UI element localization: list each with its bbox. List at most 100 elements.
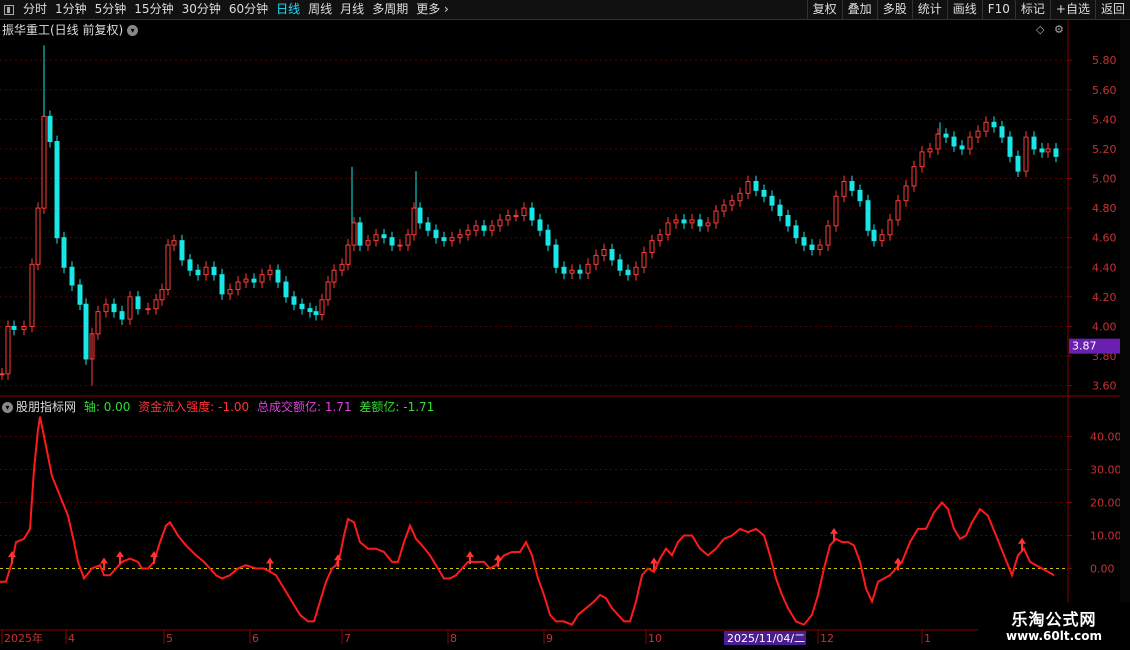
- date-tick-label: 8: [450, 632, 457, 645]
- candle-body: [179, 240, 185, 261]
- candle-body: [553, 244, 559, 268]
- candle-body: [911, 166, 917, 187]
- candle-body: [111, 303, 117, 313]
- candle-body: [761, 189, 767, 197]
- candle-body: [389, 237, 395, 246]
- indicator-tick-label: 0.00: [1090, 563, 1115, 576]
- candle-body: [299, 303, 305, 310]
- candle-body: [425, 222, 431, 231]
- date-tick-label: 1: [924, 632, 931, 645]
- candle-body: [657, 234, 663, 242]
- candle-body: [1045, 148, 1051, 153]
- candle-body: [481, 225, 487, 231]
- candle-body: [903, 185, 909, 202]
- candle-body: [561, 266, 567, 274]
- price-tick-label: 5.80: [1092, 54, 1117, 67]
- candle-body: [283, 281, 289, 298]
- candle-body: [737, 192, 743, 202]
- candle-body: [1015, 155, 1021, 172]
- candle-body: [593, 254, 599, 265]
- price-tick-label: 5.60: [1092, 84, 1117, 97]
- candle-body: [77, 284, 83, 305]
- price-tick-label: 5.40: [1092, 113, 1117, 126]
- candle-body: [219, 274, 225, 295]
- indicator-name[interactable]: 股朋指标网: [16, 400, 76, 414]
- candle-body: [975, 130, 981, 138]
- candle-body: [381, 234, 387, 239]
- candle-body: [745, 180, 751, 194]
- date-tick-label: 6: [252, 632, 259, 645]
- indicator-tick-label: 30.00: [1090, 463, 1122, 476]
- indicator-tick-label: 10.00: [1090, 530, 1122, 543]
- candle-body: [165, 244, 171, 290]
- candle-body: [267, 269, 273, 276]
- candle-body: [397, 244, 403, 247]
- legend-total-volume: 总成交额亿: 1.71: [257, 400, 352, 414]
- candle-body: [235, 281, 241, 290]
- candle-body: [857, 189, 863, 202]
- date-tick-label: 12: [820, 632, 834, 645]
- indicator-menu-icon[interactable]: ▾: [2, 402, 13, 413]
- kline-chart[interactable]: 3.603.804.004.204.404.604.805.005.205.40…: [0, 0, 1130, 650]
- watermark-title: 乐淘公式网: [1011, 610, 1097, 629]
- candle-body: [211, 266, 217, 276]
- indicator-tick-label: 20.00: [1090, 496, 1122, 509]
- candle-body: [833, 195, 839, 227]
- candle-body: [449, 237, 455, 242]
- candle-body: [537, 219, 543, 231]
- price-tick-label: 3.60: [1092, 380, 1117, 393]
- candle-body: [649, 240, 655, 253]
- candle-body: [103, 303, 109, 313]
- candle-body: [865, 200, 871, 231]
- candle-body: [473, 225, 479, 231]
- candle-body: [609, 249, 615, 261]
- candle-body: [145, 308, 151, 311]
- candle-body: [331, 269, 337, 283]
- candle-body: [697, 219, 703, 227]
- candle-body: [441, 237, 447, 242]
- candle-body: [187, 259, 193, 271]
- candle-body: [935, 133, 941, 150]
- candle-body: [967, 136, 973, 150]
- candle-body: [351, 222, 357, 246]
- candle-body: [195, 269, 201, 276]
- candle-body: [417, 207, 423, 224]
- candle-body: [127, 296, 133, 320]
- candle-body: [497, 219, 503, 227]
- candle-body: [689, 219, 695, 224]
- indicator-tick-label: 40.00: [1090, 430, 1122, 443]
- candle-body: [1053, 148, 1059, 157]
- candle-body: [135, 296, 141, 310]
- candle-body: [411, 207, 417, 236]
- candle-body: [41, 115, 47, 209]
- candle-body: [871, 229, 877, 242]
- candle-body: [0, 373, 5, 376]
- candle-body: [569, 269, 575, 274]
- candle-body: [841, 180, 847, 197]
- candle-body: [69, 266, 75, 286]
- candle-body: [357, 222, 363, 246]
- price-tick-label: 4.80: [1092, 202, 1117, 215]
- candle-body: [307, 308, 313, 313]
- candle-body: [54, 141, 60, 239]
- candle-body: [119, 311, 125, 320]
- indicator-legend: ▾ 股朋指标网 轴: 0.00 资金流入强度: -1.00 总成交额亿: 1.71…: [2, 398, 438, 415]
- candle-body: [999, 126, 1005, 138]
- chevron-down-icon[interactable]: ▾: [127, 25, 139, 36]
- candle-body: [601, 249, 607, 256]
- candle-body: [83, 303, 89, 360]
- candle-body: [275, 269, 281, 283]
- candle-body: [159, 288, 165, 301]
- price-tick-label: 5.20: [1092, 143, 1117, 156]
- last-price-tag-label: 3.87: [1072, 340, 1097, 353]
- candle-body: [373, 234, 379, 242]
- candle-body: [705, 222, 711, 227]
- candle-body: [753, 180, 759, 191]
- candle-body: [1007, 136, 1013, 157]
- legend-difference: 差额亿: -1.71: [359, 400, 435, 414]
- candle-body: [505, 215, 511, 221]
- date-tick-label: 5: [166, 632, 173, 645]
- candle-body: [251, 278, 257, 283]
- price-tick-label: 4.00: [1092, 320, 1117, 333]
- candle-body: [665, 222, 671, 236]
